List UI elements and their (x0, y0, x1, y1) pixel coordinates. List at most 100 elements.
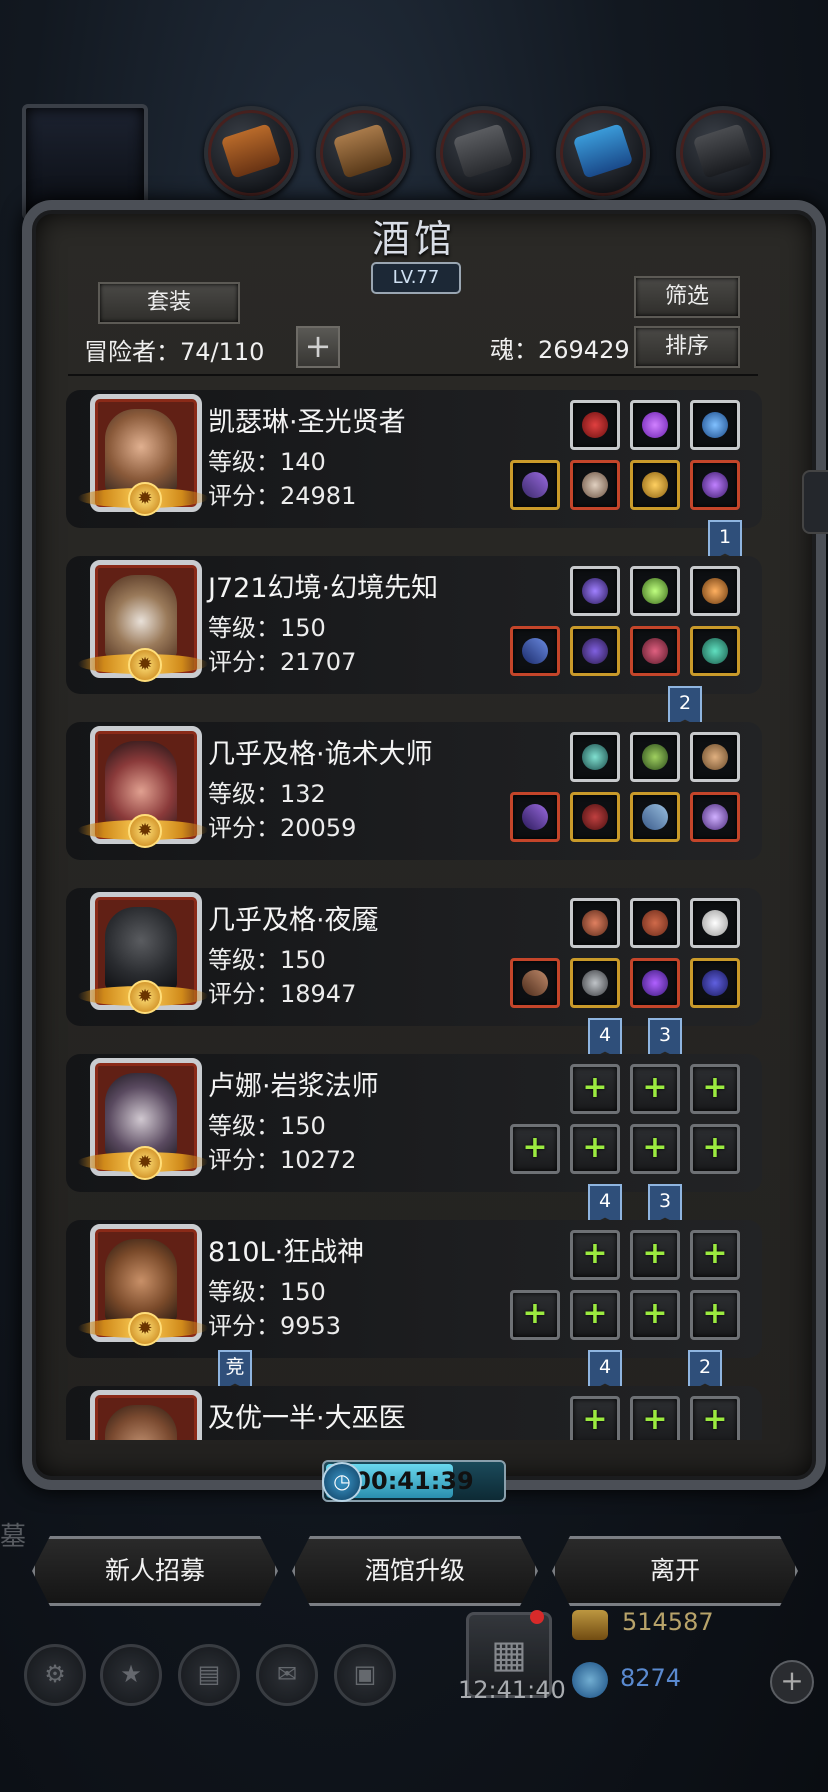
hero-card[interactable]: ✹ 凯瑟琳·圣光贤者 等级：140 评分：24981 (66, 390, 762, 528)
sort-button[interactable]: 排序 (634, 326, 740, 368)
empty-equip-slot[interactable]: + (570, 1064, 620, 1114)
club-icon (642, 910, 668, 936)
empty-equip-slot[interactable]: + (690, 1290, 740, 1340)
equip-slot[interactable] (570, 460, 620, 510)
star-icon[interactable]: ★ (100, 1644, 162, 1706)
equip-slot[interactable] (690, 460, 740, 510)
hero-card[interactable]: ✹ 810L·狂战神 等级：150 评分：9953 + + + + + + + (66, 1220, 762, 1358)
potion-icon (702, 412, 728, 438)
hero-portrait (105, 575, 177, 659)
hero-avatar (90, 1390, 202, 1440)
equip-slot[interactable] (570, 898, 620, 948)
equip-slot[interactable] (690, 626, 740, 676)
plank-resource-orb[interactable] (316, 106, 410, 200)
medal-icon: ✹ (128, 482, 162, 516)
empty-equip-slot[interactable]: + (570, 1124, 620, 1174)
wood-icon (220, 123, 282, 179)
iron-resource-orb[interactable] (436, 106, 530, 200)
hero-score: 评分：24981 (208, 482, 357, 510)
equip-slot[interactable] (570, 732, 620, 782)
crystal-resource-orb[interactable] (556, 106, 650, 200)
wing-icon (702, 910, 728, 936)
empty-equip-slot[interactable]: + (570, 1396, 620, 1440)
armor-icon (582, 472, 608, 498)
soul-count: 魂：269429 (490, 336, 630, 364)
empty-equip-slot[interactable]: + (510, 1290, 560, 1340)
plus-icon: + (642, 1130, 668, 1165)
empty-equip-slot[interactable]: + (690, 1396, 740, 1440)
empty-equip-slot[interactable]: + (690, 1124, 740, 1174)
empty-equip-slot[interactable]: + (630, 1064, 680, 1114)
plus-icon: + (702, 1070, 728, 1105)
empty-equip-slot[interactable]: + (630, 1124, 680, 1174)
equip-slot[interactable] (690, 732, 740, 782)
hero-card[interactable]: ✹ J721幻境·幻境先知 等级：150 评分：21707 (66, 556, 762, 694)
wand-icon (522, 638, 548, 664)
wood-resource-orb[interactable] (204, 106, 298, 200)
hero-list[interactable]: ✹ 凯瑟琳·圣光贤者 等级：140 评分：24981 1 ✹ J721幻境·幻境… (66, 388, 762, 1440)
hero-portrait (105, 907, 177, 991)
equip-slot[interactable] (510, 460, 560, 510)
equip-slot[interactable] (690, 566, 740, 616)
hud-clock: 12:41:40 (458, 1676, 566, 1704)
hero-score: 评分：21707 (208, 648, 357, 676)
equip-slot[interactable] (570, 566, 620, 616)
equip-slot[interactable] (690, 898, 740, 948)
equip-slot[interactable] (630, 732, 680, 782)
lamp-icon (702, 578, 728, 604)
hero-card[interactable]: 及优一半·大巫医 + + + (66, 1386, 762, 1440)
mail-icon[interactable]: ✉ (256, 1644, 318, 1706)
equip-slot[interactable] (630, 566, 680, 616)
equip-slot[interactable] (510, 792, 560, 842)
hero-card[interactable]: ✹ 几乎及格·诡术大师 等级：132 评分：20059 (66, 722, 762, 860)
equip-slot[interactable] (690, 400, 740, 450)
plus-icon: + (642, 1070, 668, 1105)
tavern-upgrade-button[interactable]: 酒馆升级 (292, 1536, 538, 1606)
medal-icon: ✹ (128, 1312, 162, 1346)
empty-equip-slot[interactable]: + (570, 1230, 620, 1280)
equip-slot[interactable] (630, 792, 680, 842)
hero-level: 等级：150 (208, 1278, 326, 1306)
equip-slot[interactable] (630, 626, 680, 676)
empty-equip-slot[interactable]: + (630, 1396, 680, 1440)
plus-icon: + (582, 1130, 608, 1165)
page-title: 酒馆 (371, 217, 456, 261)
settings-icon[interactable]: ⚙ (24, 1644, 86, 1706)
empty-equip-slot[interactable]: + (690, 1064, 740, 1114)
empty-equip-slot[interactable]: + (570, 1290, 620, 1340)
gem-icon (642, 970, 668, 996)
empty-equip-slot[interactable]: + (690, 1230, 740, 1280)
box-icon[interactable]: ▣ (334, 1644, 396, 1706)
empty-equip-slot[interactable]: + (510, 1124, 560, 1174)
hero-name: 凯瑟琳·圣光贤者 (208, 407, 406, 438)
equip-slot[interactable] (630, 898, 680, 948)
equip-slot[interactable] (630, 460, 680, 510)
empty-equip-slot[interactable]: + (630, 1230, 680, 1280)
equip-slot[interactable] (570, 792, 620, 842)
equip-slot[interactable] (690, 958, 740, 1008)
equip-slot[interactable] (570, 400, 620, 450)
steel-resource-orb[interactable] (676, 106, 770, 200)
equip-slot[interactable] (630, 958, 680, 1008)
add-adventurer-slot-button[interactable]: + (296, 326, 340, 368)
plus-icon: + (304, 327, 332, 365)
equip-slot[interactable] (510, 626, 560, 676)
hero-card[interactable]: ✹ 卢娜·岩浆法师 等级：150 评分：10272 + + + + + + + (66, 1054, 762, 1192)
empty-equip-slot[interactable]: + (630, 1290, 680, 1340)
medal-icon: ✹ (128, 980, 162, 1014)
equip-slot[interactable] (570, 626, 620, 676)
equip-slot[interactable] (630, 400, 680, 450)
filter-button[interactable]: 筛选 (634, 276, 740, 318)
equip-slot[interactable] (690, 792, 740, 842)
set-button[interactable]: 套装 (98, 282, 240, 324)
book-icon[interactable]: ▤ (178, 1644, 240, 1706)
hero-level: 等级：150 (208, 946, 326, 974)
recruit-button[interactable]: 新人招募 (32, 1536, 278, 1606)
side-tab[interactable] (802, 470, 828, 534)
equip-slot[interactable] (510, 958, 560, 1008)
hero-card[interactable]: ✹ 几乎及格·夜魇 等级：150 评分：18947 (66, 888, 762, 1026)
equip-slot[interactable] (570, 958, 620, 1008)
add-currency-button[interactable]: + (770, 1660, 814, 1704)
tavern-level-badge: LV.77 (371, 262, 461, 294)
leave-button[interactable]: 离开 (552, 1536, 798, 1606)
